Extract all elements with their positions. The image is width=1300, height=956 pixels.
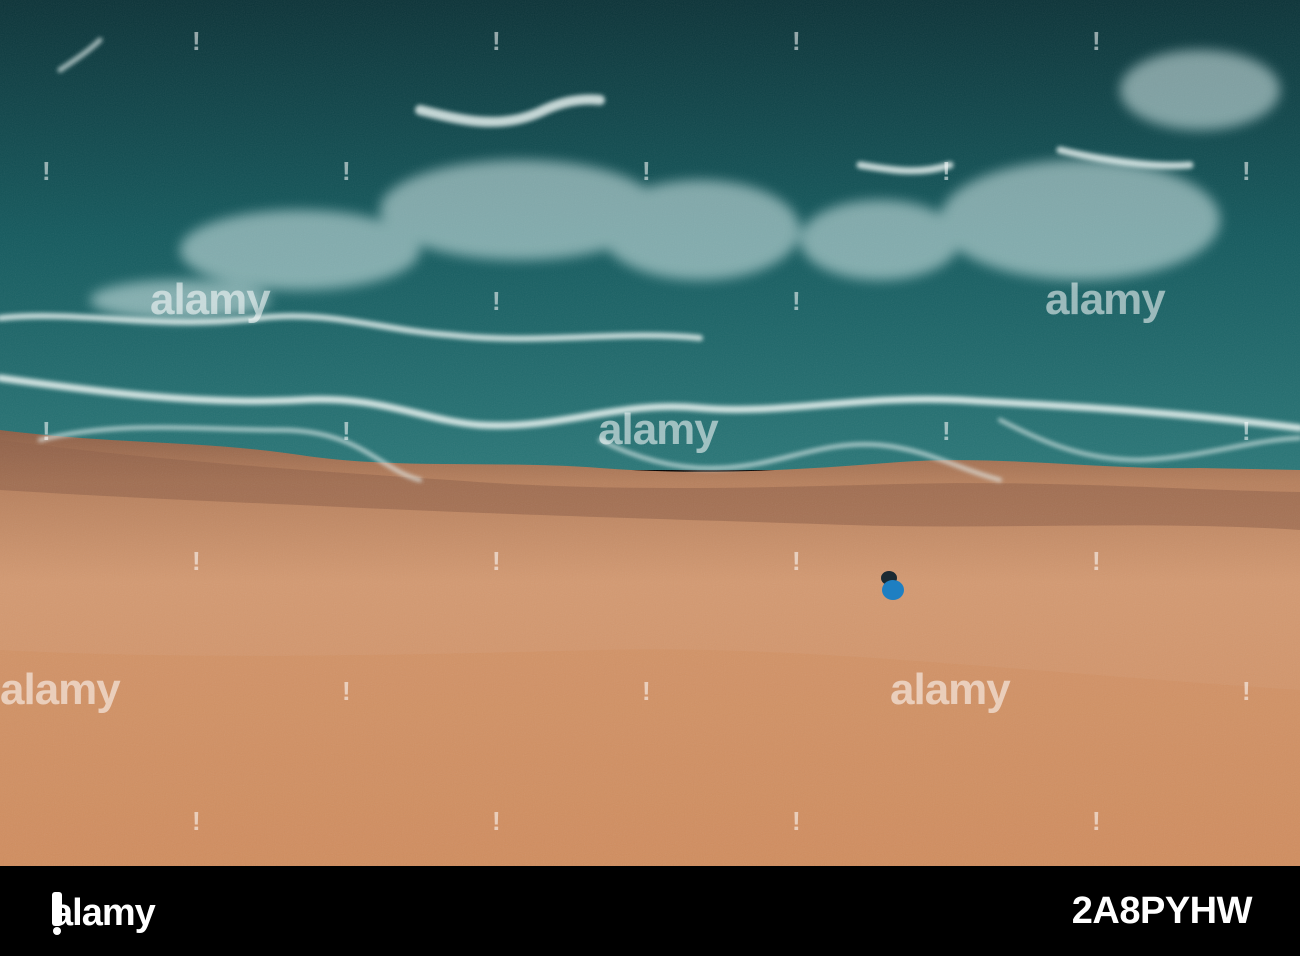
watermark-mark: !	[42, 156, 51, 186]
watermark-mark: !	[792, 806, 801, 836]
watermark-mark: !	[492, 26, 501, 56]
footer-bar: alamy 2A8PYHW	[0, 866, 1300, 956]
watermark-mark: !	[1242, 156, 1251, 186]
watermark-logo: alamy	[598, 405, 719, 454]
watermark-mark: !	[792, 286, 801, 316]
watermark-mark: !	[1092, 26, 1101, 56]
image-id: 2A8PYHW	[1071, 890, 1253, 932]
watermark-mark: !	[1242, 416, 1251, 446]
watermark-mark: !	[192, 26, 201, 56]
watermark-mark: !	[642, 156, 651, 186]
watermark-mark: !	[1092, 806, 1101, 836]
watermark-mark: !	[492, 286, 501, 316]
watermark-mark: !	[342, 416, 351, 446]
watermark-mark: !	[942, 416, 951, 446]
watermark-mark: !	[1242, 676, 1251, 706]
watermark-mark: !	[342, 676, 351, 706]
watermark-mark: !	[492, 806, 501, 836]
watermark-logo: alamy	[1045, 275, 1166, 324]
watermark-mark: !	[42, 416, 51, 446]
watermark-mark: !	[792, 546, 801, 576]
watermark-mark: !	[492, 546, 501, 576]
watermark-logo: alamy	[150, 275, 271, 324]
watermark-mark: !	[942, 156, 951, 186]
watermark-mark: !	[642, 676, 651, 706]
watermark-mark: !	[792, 26, 801, 56]
stock-photo-preview: ! ! ! ! ! ! ! ! ! alamy ! ! alamy ! ! al…	[0, 0, 1300, 956]
watermark-mark: !	[1092, 546, 1101, 576]
watermark-mark: !	[192, 546, 201, 576]
watermark-logo: alamy	[0, 665, 121, 714]
watermark-mark: !	[192, 806, 201, 836]
watermark-mark: !	[342, 156, 351, 186]
watermark-logo: alamy	[890, 665, 1011, 714]
footer-logo-text: alamy	[52, 892, 156, 934]
